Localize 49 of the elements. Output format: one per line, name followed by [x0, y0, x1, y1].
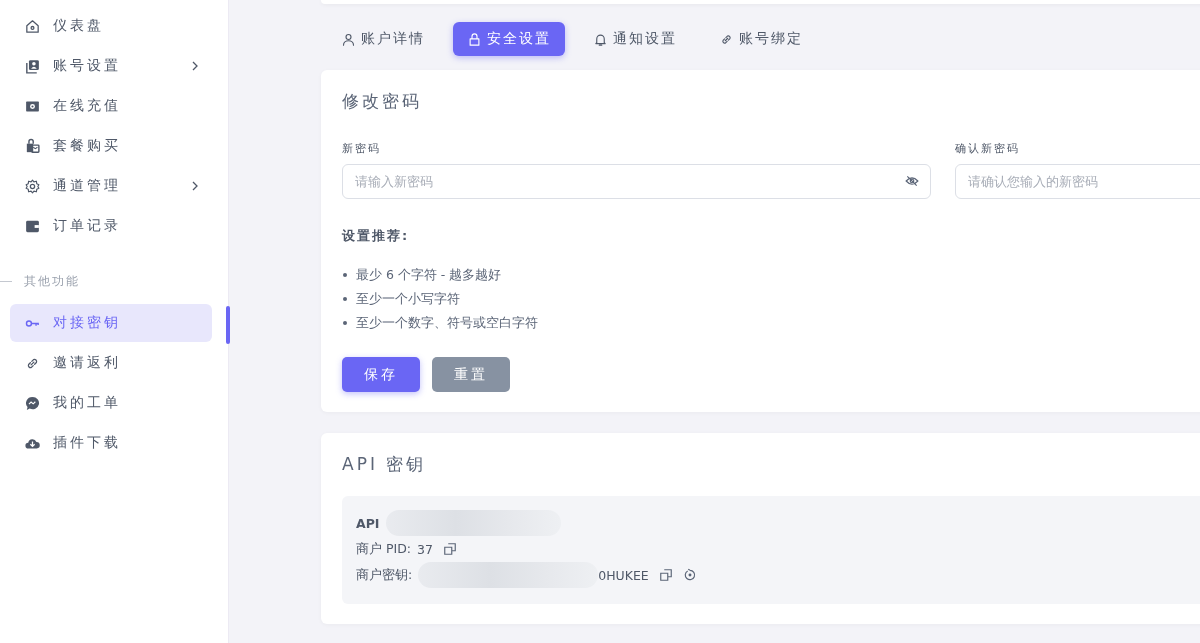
field-label: 确认新密码	[955, 141, 1020, 156]
contact-card-icon	[24, 57, 41, 75]
bullet-icon	[343, 321, 347, 325]
sidebar-item[interactable]: 通道管理	[10, 167, 212, 205]
user-icon	[341, 31, 356, 47]
shopping-bag-icon	[24, 137, 41, 155]
tab[interactable]: 通知设置	[579, 22, 691, 56]
tip-item: 至少一个数字、符号或空白字符	[356, 314, 538, 332]
tips-heading: 设置推荐:	[342, 227, 410, 245]
sidebar-item[interactable]: 对接密钥	[10, 304, 212, 342]
home-icon	[24, 17, 41, 35]
sidebar-item[interactable]: 插件下载	[10, 424, 212, 462]
chevron-icon	[190, 181, 200, 191]
sidebar-item[interactable]: 我的工单	[10, 384, 212, 422]
bullet-icon	[343, 273, 347, 277]
bell-icon	[593, 31, 608, 47]
password-field[interactable]: 请确认您输入的新密码	[955, 164, 1200, 199]
field-label: 商户 PID:	[356, 540, 412, 558]
save-button[interactable]: 保存	[342, 357, 420, 392]
chevron-icon	[190, 61, 200, 71]
tip-item: 最少 6 个字符 - 越多越好	[356, 266, 502, 284]
sidebar-item[interactable]: 账号设置	[10, 47, 212, 85]
tip-item: 至少一个小写字符	[356, 290, 460, 308]
field-value: 37	[417, 541, 433, 557]
active-indicator	[226, 306, 230, 344]
card-title: API 密钥	[342, 453, 428, 476]
copy-icon[interactable]	[442, 542, 457, 556]
field-label: 商户密钥:	[356, 566, 413, 584]
sidebar-item[interactable]: 订单记录	[10, 207, 212, 245]
tab[interactable]: 账户详情	[327, 22, 439, 56]
eye-slash-icon[interactable]	[905, 174, 919, 188]
card-title: 修改密码	[342, 90, 423, 113]
bullet-icon	[343, 297, 347, 301]
settings-icon	[24, 177, 41, 195]
sidebar-item[interactable]: 在线充值	[10, 87, 212, 125]
field-label: 新密码	[342, 141, 381, 156]
tab[interactable]: 安全设置	[453, 22, 565, 56]
sidebar-item[interactable]: 套餐购买	[10, 127, 212, 165]
password-field[interactable]: 请输入新密码	[342, 164, 931, 199]
section-heading: 其他功能	[24, 273, 80, 290]
chat-bubble-icon	[24, 394, 41, 412]
field-label: API	[356, 515, 380, 531]
field-value: 0HUKEE	[598, 567, 649, 583]
sidebar-item[interactable]: 邀请返利	[10, 344, 212, 382]
copy-icon[interactable]	[658, 568, 673, 582]
sidebar-item[interactable]: 仪表盘	[10, 7, 212, 45]
refresh-icon[interactable]	[682, 568, 697, 582]
tab[interactable]: 账号绑定	[705, 22, 817, 56]
lock-icon	[467, 31, 482, 47]
